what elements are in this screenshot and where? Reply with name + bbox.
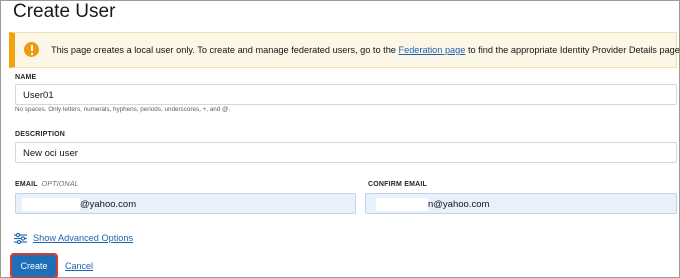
create-button[interactable]: Create [10, 253, 58, 278]
email-value: @yahoo.com [80, 199, 137, 210]
confirm-email-input[interactable]: n@yahoo.com [365, 193, 677, 214]
warning-icon [24, 42, 39, 57]
confirm-email-redaction [376, 198, 428, 211]
info-banner: This page creates a local user only. To … [9, 32, 680, 68]
name-label: NAME [15, 74, 37, 81]
federation-page-link[interactable]: Federation page [398, 45, 465, 55]
email-optional-tag: OPTIONAL [41, 181, 79, 188]
sliders-icon [14, 232, 27, 244]
show-advanced-options-label: Show Advanced Options [33, 233, 134, 243]
email-label: EMAIL OPTIONAL [15, 181, 79, 188]
show-advanced-options-link[interactable]: Show Advanced Options [14, 232, 133, 244]
confirm-email-value: n@yahoo.com [428, 199, 490, 210]
page-title: Create User [13, 1, 116, 22]
confirm-email-label: CONFIRM EMAIL [368, 181, 427, 188]
description-field-wrapper [15, 142, 677, 163]
description-label: DESCRIPTION [15, 131, 66, 138]
description-input[interactable] [16, 144, 676, 163]
banner-message: This page creates a local user only. To … [51, 45, 680, 55]
cancel-link[interactable]: Cancel [65, 261, 93, 271]
name-input[interactable] [16, 86, 676, 105]
name-hint: No spaces. Only letters, numerals, hyphe… [15, 106, 231, 113]
name-field-wrapper [15, 84, 677, 105]
email-input[interactable]: @yahoo.com [15, 193, 356, 214]
email-redaction [22, 198, 80, 211]
